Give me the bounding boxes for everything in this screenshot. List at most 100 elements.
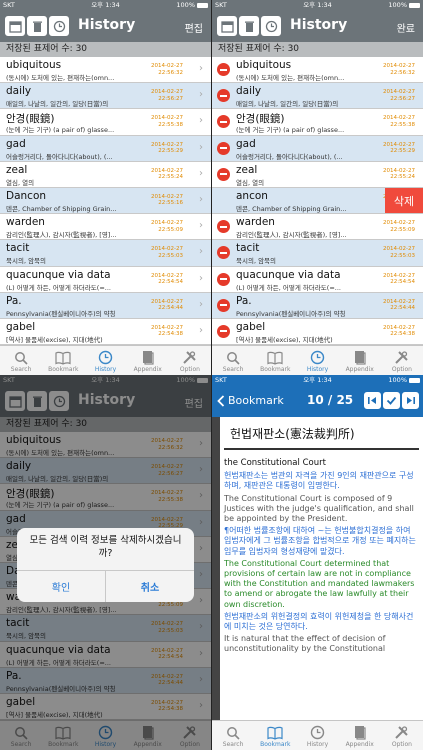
entry-word: tacit <box>6 242 30 255</box>
entry-time: 22:56:32 <box>390 69 415 76</box>
entry-word: gabel <box>236 320 266 333</box>
entry-timestamp: 2014-02-27 22:54:54 <box>383 273 415 286</box>
history-row[interactable]: warden 감리인(監理人), 감시자(監視者), [영]... 2014-02-… <box>0 214 211 241</box>
tab-bookmark[interactable]: Bookmark <box>42 346 84 375</box>
battery-icon <box>197 2 208 8</box>
history-row[interactable]: daily 매일의, 나날의, 일간의, 일당(日當)의 2014-02-27 22:… <box>0 83 211 110</box>
back-button[interactable]: Bookmark <box>217 394 284 407</box>
delete-circle-icon[interactable] <box>217 324 230 338</box>
tab-option[interactable]: Option <box>381 721 423 750</box>
delete-circle-icon[interactable] <box>217 141 230 155</box>
history-row[interactable]: zeal 열심, 열의 2014-02-2722:55:24 › <box>0 161 211 188</box>
tab-label: Search <box>222 366 244 373</box>
history-row[interactable]: gad 어슬렁거리다, 돌아다니다(about), (... 2014-02-272… <box>212 135 423 162</box>
tab-label: Bookmark <box>260 741 291 748</box>
tab-history[interactable]: History <box>296 346 338 375</box>
cancel-button[interactable]: 취소 <box>105 571 194 602</box>
history-row[interactable]: tacit 묵시의, 암묵의 2014-02-27 22:55:03 › <box>0 240 211 267</box>
clock-icon <box>296 724 338 741</box>
entry-definition: (동시에) 도처에 있는, 편재하는(omn... <box>236 74 345 82</box>
history-row[interactable]: zeal 열심, 열의 2014-02-27 22:55:24 <box>212 161 423 188</box>
history-row[interactable]: 안경(眼鏡) (눈에 거는 기구) (a pair of) glasse... 20… <box>212 109 423 136</box>
history-row[interactable]: gad 어슬렁거리다, 돌아다니다(about), (... 2014-02-272… <box>0 135 211 162</box>
tab-bookmark[interactable]: Bookmark <box>254 346 296 375</box>
entry-word: gabel <box>6 320 36 333</box>
history-row[interactable]: quacunque via data (L) 어떻게 하든, 어떻게 하더라도(=… <box>0 266 211 293</box>
history-row[interactable]: gabel [역사] 물품세(excise), 지대(地代) 2014-02-27 2… <box>0 318 211 346</box>
entry-content[interactable]: 헌법재판소(憲法裁判所) the Constitutional Court 헌법… <box>220 417 423 720</box>
entry-timestamp: 2014-02-27 22:55:03 <box>383 246 415 259</box>
history-row[interactable]: quacunque via data (L) 어떻게 하든, 어떻게 하더라도(=… <box>212 266 423 293</box>
tab-appendix[interactable]: Appendix <box>339 721 381 750</box>
confirm-button[interactable]: 확인 <box>17 571 105 602</box>
tab-option[interactable]: Option <box>381 346 423 375</box>
tab-label: History <box>306 366 329 373</box>
entry-definition: (동시에) 도처에 있는, 편재하는(omn... <box>6 74 115 82</box>
search-icon <box>0 349 42 366</box>
entry-date: 2014-02-27 <box>151 220 183 227</box>
delete-circle-icon[interactable] <box>217 115 230 129</box>
history-row[interactable]: Pa. Pennsylvania(펜실베이니아주)의 약칭 2014-02-27 22… <box>0 292 211 319</box>
history-row[interactable]: ubiquitous (동시에) 도처에 있는, 편재하는(omn... 2014-… <box>212 57 423 84</box>
english-example: The Constitutional Court is composed of … <box>224 493 414 524</box>
tab-history[interactable]: History <box>84 346 126 375</box>
entry-word: quacunque via data <box>6 268 111 281</box>
previous-button[interactable] <box>364 392 381 409</box>
calendar-button[interactable] <box>5 16 25 36</box>
entry-date: 2014-02-27 <box>151 246 183 253</box>
history-row[interactable]: tacit 묵시의, 암묵의 2014-02-27 22:55:03 <box>212 240 423 267</box>
delete-circle-icon[interactable] <box>217 89 230 103</box>
delete-circle-icon[interactable] <box>217 298 230 312</box>
entry-definition: 어슬렁거리다, 돌아다니다(about), (... <box>236 152 343 161</box>
trash-button[interactable] <box>27 16 47 36</box>
tab-search[interactable]: Search <box>212 346 254 375</box>
edit-button[interactable]: 편집 <box>185 20 203 35</box>
tab-label: History <box>306 741 329 748</box>
history-row[interactable]: Pa. Pennsylvania(펜실베이니아주)의 약칭 2014-02-27 22… <box>212 292 423 319</box>
delete-button[interactable]: 삭제 <box>385 187 423 214</box>
check-button[interactable] <box>383 392 400 409</box>
chevron-left-icon <box>217 394 225 407</box>
delete-circle-icon[interactable] <box>217 63 230 76</box>
tab-option[interactable]: Option <box>169 346 211 375</box>
chevron-right-icon: › <box>199 167 203 179</box>
entry-date: 2014-02-27 <box>383 220 415 227</box>
tab-bookmark[interactable]: Bookmark <box>254 721 296 750</box>
history-row[interactable]: ancon덴콘, Chamber of Shipping Grain...201… <box>212 187 423 215</box>
history-row[interactable]: 안경(眼鏡) (눈에 거는 기구) (a pair of) glasse... 20… <box>0 109 211 136</box>
tab-appendix[interactable]: Appendix <box>339 346 381 375</box>
history-row[interactable]: Dancon 덴콘, Chamber of Shipping Grain... 20… <box>0 187 211 215</box>
delete-circle-icon[interactable] <box>217 220 230 234</box>
tab-history[interactable]: History <box>296 721 338 750</box>
entry-date: 2014-02-27 <box>383 115 415 122</box>
tab-label: Appendix <box>133 366 162 373</box>
tab-appendix[interactable]: Appendix <box>127 346 169 375</box>
delete-circle-icon[interactable] <box>217 246 230 260</box>
entry-date: 2014-02-27 <box>383 89 415 96</box>
delete-circle-icon[interactable] <box>217 272 230 286</box>
history-panel-edit: SKT 오후 1:34 100% History 완료 저장된 표제어 수: 3… <box>212 0 423 375</box>
tab-search[interactable]: Search <box>0 346 42 375</box>
history-row[interactable]: warden 감리인(監理人), 감시자(監視者), [영]... 2014-02-… <box>212 214 423 241</box>
tab-search[interactable]: Search <box>212 721 254 750</box>
next-button[interactable] <box>402 392 419 409</box>
tab-bar: Search Bookmark History Appendix Option <box>212 345 423 375</box>
trash-button[interactable] <box>239 16 259 36</box>
entry-timestamp: 2014-02-2722:55:24 <box>383 168 415 181</box>
history-row[interactable]: daily 매일의, 나날의, 일간의, 일당(日當)의 2014-02-27 22:… <box>212 83 423 110</box>
done-button[interactable]: 완료 <box>397 20 415 35</box>
clock-button[interactable] <box>261 16 281 36</box>
delete-circle-icon[interactable] <box>217 167 230 181</box>
entry-definition: [역사] 물품세(excise), 지대(地代) <box>6 335 103 344</box>
battery-icon <box>409 377 420 383</box>
clock-icon <box>53 20 65 32</box>
history-row[interactable]: gabel [역사] 물품세(excise), 지대(地代) 2014-02-27 2… <box>212 318 423 346</box>
entry-word: gad <box>6 137 26 150</box>
clock-icon <box>296 349 338 366</box>
chevron-right-icon: › <box>199 298 203 310</box>
calendar-button[interactable] <box>217 16 237 36</box>
clock-button[interactable] <box>49 16 69 36</box>
tab-bar: Search Bookmark History Appendix Option <box>212 720 423 750</box>
history-row[interactable]: ubiquitous (동시에) 도처에 있는, 편재하는(omn... 2014-… <box>0 57 211 84</box>
page-title: History <box>78 17 136 33</box>
